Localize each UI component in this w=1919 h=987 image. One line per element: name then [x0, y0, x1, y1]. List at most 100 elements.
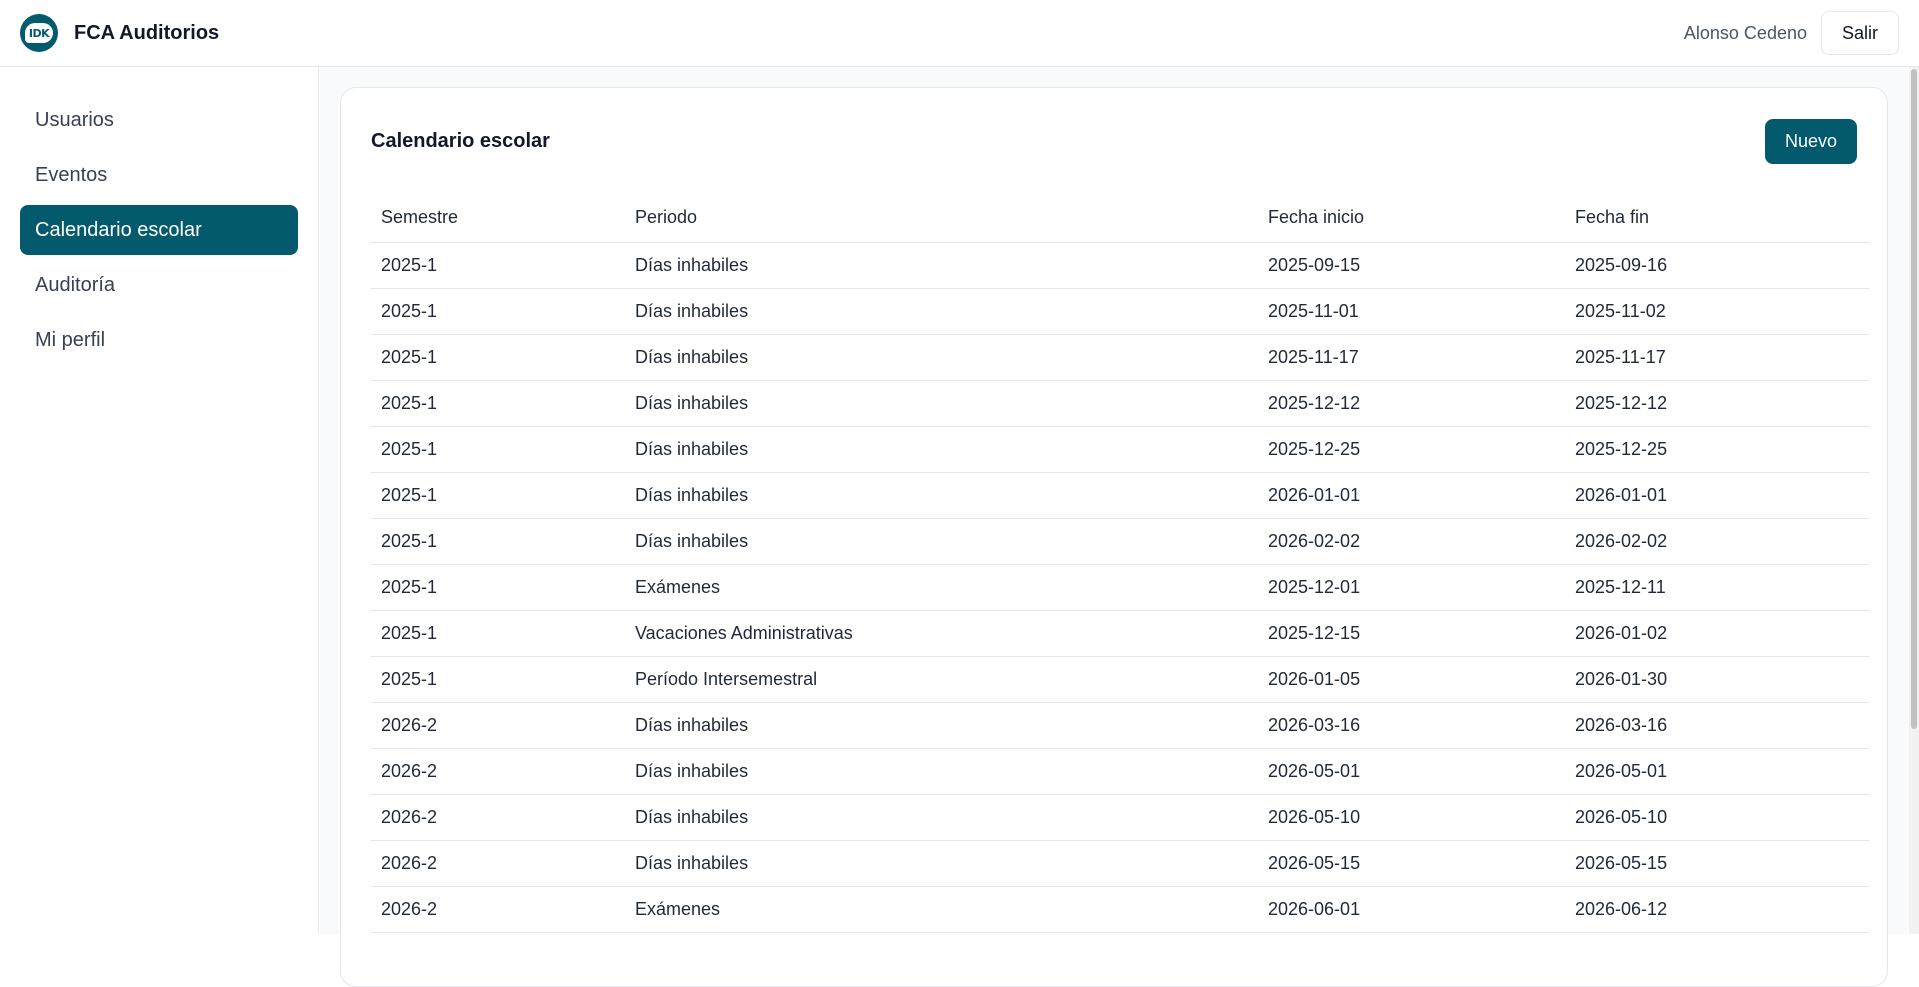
cell-periodo: Días inhabiles — [625, 518, 1258, 565]
cell-fecha-fin: 2025-12-12 — [1565, 380, 1869, 427]
cell-periodo: Exámenes — [625, 886, 1258, 933]
brand: IDK FCA Auditorios — [20, 14, 219, 52]
sidebar-item-mi-perfil[interactable]: Mi perfil — [20, 315, 298, 365]
cell-periodo: Días inhabiles — [625, 748, 1258, 795]
cell-fecha-inicio: 2025-12-01 — [1258, 564, 1565, 611]
sidebar-item-calendario-escolar[interactable]: Calendario escolar — [20, 205, 298, 255]
cell-fecha-fin: 2026-05-15 — [1565, 840, 1869, 887]
column-header-fecha-fin: Fecha fin — [1565, 194, 1869, 243]
card-header: Calendario escolar Nuevo — [371, 118, 1857, 164]
app-logo-icon[interactable]: IDK — [20, 14, 58, 52]
cell-semestre: 2025-1 — [371, 380, 625, 427]
cell-periodo: Días inhabiles — [625, 380, 1258, 427]
cell-fecha-inicio: 2026-05-15 — [1258, 840, 1565, 887]
cell-fecha-inicio: 2026-02-02 — [1258, 518, 1565, 565]
calendar-table: Semestre Periodo Fecha inicio Fecha fin … — [371, 194, 1869, 933]
table-row[interactable]: 2025-1 Días inhabiles 2025-11-17 2025-11-17 — [371, 334, 1869, 381]
sidebar-item-auditoria[interactable]: Auditoría — [20, 260, 298, 310]
cell-semestre: 2025-1 — [371, 242, 625, 289]
cell-fecha-fin: 2026-01-02 — [1565, 610, 1869, 657]
table-row[interactable]: 2026-2 Días inhabiles 2026-05-15 2026-05-15 — [371, 840, 1869, 887]
table-row[interactable]: 2025-1 Exámenes 2025-12-01 2025-12-11 — [371, 564, 1869, 611]
table-row[interactable]: 2025-1 Días inhabiles 2025-09-15 2025-09-16 — [371, 242, 1869, 289]
cell-fecha-fin: 2026-01-01 — [1565, 472, 1869, 519]
column-header-fecha-inicio: Fecha inicio — [1258, 194, 1565, 243]
logout-button[interactable]: Salir — [1820, 11, 1899, 55]
table-row[interactable]: 2025-1 Vacaciones Administrativas 2025-12-… — [371, 610, 1869, 657]
table-row[interactable]: 2026-2 Días inhabiles 2026-05-01 2026-05-01 — [371, 748, 1869, 795]
cell-fecha-fin: 2026-05-01 — [1565, 748, 1869, 795]
top-bar: IDK FCA Auditorios Alonso Cedeno Salir — [0, 0, 1919, 67]
cell-fecha-inicio: 2025-11-01 — [1258, 288, 1565, 335]
cell-semestre: 2026-2 — [371, 840, 625, 887]
cell-periodo: Exámenes — [625, 564, 1258, 611]
cell-periodo: Período Intersemestral — [625, 656, 1258, 703]
table-row[interactable]: 2026-2 Días inhabiles 2026-03-16 2026-03-16 — [371, 702, 1869, 749]
cell-periodo: Días inhabiles — [625, 840, 1258, 887]
cell-semestre: 2025-1 — [371, 472, 625, 519]
calendar-card: Calendario escolar Nuevo Semestre Period… — [340, 87, 1888, 987]
cell-periodo: Días inhabiles — [625, 334, 1258, 381]
cell-semestre: 2025-1 — [371, 610, 625, 657]
table-body: 2025-1 Días inhabiles 2025-09-15 2025-09-16… — [371, 242, 1869, 933]
sidebar-item-usuarios[interactable]: Usuarios — [20, 95, 298, 145]
cell-periodo: Días inhabiles — [625, 288, 1258, 335]
main-content: Calendario escolar Nuevo Semestre Period… — [320, 67, 1919, 987]
table-row[interactable]: 2026-2 Días inhabiles 2026-05-10 2026-05-10 — [371, 794, 1869, 841]
cell-fecha-fin: 2025-12-11 — [1565, 564, 1869, 611]
cell-periodo: Vacaciones Administrativas — [625, 610, 1258, 657]
cell-semestre: 2026-2 — [371, 702, 625, 749]
user-area: Alonso Cedeno Salir — [1684, 11, 1899, 55]
cell-fecha-inicio: 2026-05-01 — [1258, 748, 1565, 795]
app-title: FCA Auditorios — [74, 21, 220, 44]
cell-fecha-inicio: 2025-12-15 — [1258, 610, 1565, 657]
cell-periodo: Días inhabiles — [625, 426, 1258, 473]
column-header-semestre: Semestre — [371, 194, 625, 243]
cell-periodo: Días inhabiles — [625, 794, 1258, 841]
cell-periodo: Días inhabiles — [625, 242, 1258, 289]
cell-fecha-fin: 2025-11-17 — [1565, 334, 1869, 381]
cell-semestre: 2026-2 — [371, 794, 625, 841]
cell-semestre: 2026-2 — [371, 886, 625, 933]
cell-semestre: 2025-1 — [371, 288, 625, 335]
cell-semestre: 2025-1 — [371, 426, 625, 473]
user-name: Alonso Cedeno — [1683, 22, 1807, 43]
scrollbar-thumb[interactable] — [1911, 69, 1917, 729]
sidebar: Usuarios Eventos Calendario escolar Audi… — [0, 67, 319, 934]
cell-fecha-fin: 2026-03-16 — [1565, 702, 1869, 749]
cell-fecha-fin: 2026-02-02 — [1565, 518, 1869, 565]
table-row[interactable]: 2025-1 Período Intersemestral 2026-01-05 20… — [371, 656, 1869, 703]
cell-fecha-fin: 2026-06-12 — [1565, 886, 1869, 933]
scrollbar[interactable] — [1909, 67, 1919, 934]
table-row[interactable]: 2025-1 Días inhabiles 2025-12-12 2025-12-12 — [371, 380, 1869, 427]
cell-fecha-inicio: 2026-03-16 — [1258, 702, 1565, 749]
cell-semestre: 2025-1 — [371, 518, 625, 565]
sidebar-item-eventos[interactable]: Eventos — [20, 150, 298, 200]
cell-fecha-inicio: 2025-12-12 — [1258, 380, 1565, 427]
table-header-row: Semestre Periodo Fecha inicio Fecha fin — [371, 194, 1869, 243]
cell-fecha-fin: 2026-01-30 — [1565, 656, 1869, 703]
table-row[interactable]: 2026-2 Exámenes 2026-06-01 2026-06-12 — [371, 886, 1869, 933]
cell-periodo: Días inhabiles — [625, 472, 1258, 519]
cell-fecha-inicio: 2025-09-15 — [1258, 242, 1565, 289]
page-title: Calendario escolar — [371, 129, 550, 152]
cell-fecha-inicio: 2026-01-05 — [1258, 656, 1565, 703]
cell-fecha-inicio: 2026-06-01 — [1258, 886, 1565, 933]
table-row[interactable]: 2025-1 Días inhabiles 2025-12-25 2025-12-25 — [371, 426, 1869, 473]
cell-fecha-fin: 2025-12-25 — [1565, 426, 1869, 473]
table-row[interactable]: 2025-1 Días inhabiles 2025-11-01 2025-11-02 — [371, 288, 1869, 335]
cell-periodo: Días inhabiles — [625, 702, 1258, 749]
column-header-periodo: Periodo — [625, 194, 1258, 243]
cell-fecha-inicio: 2026-01-01 — [1258, 472, 1565, 519]
cell-semestre: 2025-1 — [371, 564, 625, 611]
table-row[interactable]: 2025-1 Días inhabiles 2026-02-02 2026-02-02 — [371, 518, 1869, 565]
cell-semestre: 2026-2 — [371, 748, 625, 795]
logo-text: IDK — [25, 23, 53, 43]
cell-fecha-inicio: 2025-11-17 — [1258, 334, 1565, 381]
cell-fecha-fin: 2026-05-10 — [1565, 794, 1869, 841]
cell-fecha-inicio: 2026-05-10 — [1258, 794, 1565, 841]
cell-fecha-inicio: 2025-12-25 — [1258, 426, 1565, 473]
cell-semestre: 2025-1 — [371, 334, 625, 381]
new-button[interactable]: Nuevo — [1764, 118, 1857, 164]
table-row[interactable]: 2025-1 Días inhabiles 2026-01-01 2026-01-01 — [371, 472, 1869, 519]
